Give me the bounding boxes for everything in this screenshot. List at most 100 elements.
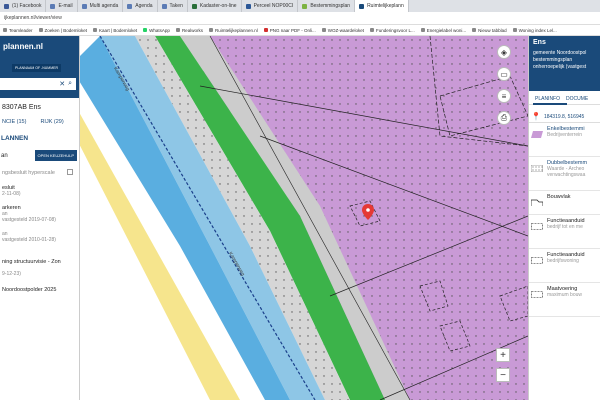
- print-button[interactable]: ⎙: [497, 111, 511, 125]
- map-icon: [302, 3, 308, 9]
- bookmark-icon: [512, 28, 517, 32]
- browser-tab-label: Ruimtelijkeplann: [367, 3, 404, 9]
- legend-item[interactable]: Dubbelbestemm Waarde - Archeo verwachtin…: [529, 157, 600, 191]
- bookmark-item[interactable]: WhatsApp: [143, 28, 170, 33]
- legend-desc: bedrijf tot en me: [547, 224, 583, 230]
- bookmark-icon: [3, 28, 7, 32]
- site-title: plannen.nl: [3, 42, 43, 51]
- bookmark-label: Teamleader: [9, 27, 33, 33]
- left-panel-header: plannen.nl PLANNAAM OF -NUMMER ✕ ⌕: [0, 36, 79, 98]
- coordinates-value: 184319.8, 516945: [543, 113, 585, 120]
- left-panel: plannen.nl PLANNAAM OF -NUMMER ✕ ⌕ 8307A…: [0, 36, 80, 400]
- plan-header: Ens gemeente Noordoostpol bestemmingspla…: [529, 36, 600, 91]
- list-item[interactable]: ngsbesluit hyperscale: [0, 167, 79, 179]
- legend-item[interactable]: Maatvoering maximum bouw: [529, 283, 600, 317]
- bookmark-item[interactable]: WOZ-waardeloket: [321, 28, 364, 33]
- legend-item[interactable]: Enkelbestemmi Bedrijventerrein: [529, 123, 600, 157]
- legend-title: Bouwvlak: [547, 194, 571, 200]
- bookmark-icon: [92, 28, 97, 32]
- legend-text: Functieaanduid bedrijf tot en me: [547, 218, 585, 230]
- bookmark-label: Kaart | Bodemloket: [98, 27, 138, 33]
- legend-text: Bouwvlak: [547, 194, 571, 200]
- bookmark-label: WhatsApp: [149, 27, 170, 33]
- plan-list: ngsbesluit hyperscale esluit 2-11-08) ar…: [0, 167, 79, 293]
- legend-item[interactable]: Bouwvlak: [529, 191, 600, 215]
- tab-documenten[interactable]: DOCUME: [566, 96, 588, 104]
- browser-tab-label: Multi agenda: [89, 3, 119, 9]
- zoom-in-button[interactable]: +: [496, 348, 510, 362]
- open-keuzehulp-button[interactable]: OPEN KEUZEHULP: [34, 150, 77, 161]
- legend-desc: Bedrijventerrein: [547, 132, 583, 138]
- plan-checkbox[interactable]: [67, 169, 73, 175]
- legend-item[interactable]: Functieaanduid bedrijfswoning: [529, 249, 600, 283]
- bookmark-item[interactable]: Funderingsvoor L...: [370, 28, 415, 33]
- browser-tab-label: Agenda: [135, 3, 153, 9]
- browser-tab-active[interactable]: Ruimtelijkeplann: [355, 0, 409, 12]
- tab-provincie[interactable]: NCIE (15): [2, 119, 26, 125]
- mail-icon: [50, 3, 56, 9]
- bookmark-label: PNG naar PDF - Onli...: [269, 27, 316, 33]
- print-icon: ⎙: [500, 113, 508, 122]
- browser-tab-label: Perceel NOP00CI: [253, 3, 294, 9]
- open-keuzehulp-row: an OPEN KEUZEHULP: [0, 150, 79, 161]
- list-item[interactable]: an vastgesteld 2010-01-28): [0, 231, 79, 243]
- plan-municipality: gemeente Noordoostpol: [533, 50, 587, 56]
- browser-tab-bar: (1) Facebook E-mail Multi agenda Agenda …: [0, 0, 600, 12]
- row-label: an: [1, 152, 8, 159]
- search-input[interactable]: ✕ ⌕: [0, 78, 76, 90]
- browser-tab-label: Kadaster-on-line: [199, 3, 237, 9]
- tab-rijk[interactable]: RIJK (29): [40, 119, 63, 125]
- browser-tab[interactable]: Bestemmingsplan: [298, 0, 356, 12]
- plan-title: ning structuurvisie - Zon: [2, 259, 61, 265]
- bookmark-item[interactable]: Woning index Lel...: [512, 28, 557, 33]
- location-pin-dot: [366, 208, 370, 212]
- browser-tab[interactable]: Multi agenda: [78, 0, 124, 12]
- browser-tab[interactable]: Agenda: [123, 0, 158, 12]
- bookmark-label: Ruimtelijkeplannen.nl: [214, 27, 258, 33]
- map-button[interactable]: ▭: [497, 67, 511, 81]
- legend-text: Dubbelbestemm Waarde - Archeo verwachtin…: [547, 160, 587, 178]
- layers-button[interactable]: ◈: [497, 45, 511, 59]
- bookmark-icon: [420, 28, 425, 32]
- map-icon: [359, 3, 365, 9]
- plan-status: onherroepelijk (vastgest: [533, 64, 587, 70]
- list-item[interactable]: ning structuurvisie - Zon 9-12-23): [0, 259, 79, 277]
- bookmark-item[interactable]: PNG naar PDF - Onli...: [263, 27, 316, 33]
- legend-item[interactable]: Functieaanduid bedrijf tot en me: [529, 215, 600, 249]
- browser-tab-label: E-mail: [58, 3, 73, 9]
- browser-tab[interactable]: Kadaster-on-line: [188, 0, 242, 12]
- map-canvas[interactable]: Kamperweg Kamperweg ◈ ▭ ≡ ⎙ + −: [80, 36, 528, 400]
- bookmark-item[interactable]: Realworks: [175, 28, 203, 33]
- clear-icon[interactable]: ✕: [59, 80, 65, 88]
- url-text: ijkeplannen.nl/viewer/view: [4, 15, 62, 21]
- bookmark-item[interactable]: Ruimtelijkeplannen.nl: [208, 27, 258, 33]
- document-icon: [245, 3, 251, 9]
- list-item[interactable]: Noordoostpolder 2025: [0, 287, 79, 293]
- bookmark-item[interactable]: Nieuw tabblad: [472, 28, 507, 33]
- legend-text: Functieaanduid bedrijfswoning: [547, 252, 585, 264]
- browser-tab[interactable]: Taken: [158, 0, 188, 12]
- browser-tab[interactable]: (1) Facebook: [0, 0, 47, 12]
- list-button[interactable]: ≡: [497, 89, 511, 103]
- bookmark-item[interactable]: Kaart | Bodemloket: [92, 27, 138, 33]
- zoom-out-button[interactable]: −: [496, 368, 510, 382]
- search-icon[interactable]: ⌕: [68, 80, 72, 88]
- bookmark-item[interactable]: Energielabel woni...: [420, 28, 466, 33]
- browser-tab[interactable]: E-mail: [46, 0, 78, 12]
- mail-icon: [161, 3, 167, 9]
- legend-text: Maatvoering maximum bouw: [547, 286, 582, 298]
- bookmark-item[interactable]: Teamleader: [3, 28, 33, 33]
- address-bar[interactable]: ijkeplannen.nl/viewer/view: [0, 12, 600, 25]
- bookmark-icon: [38, 28, 43, 32]
- list-item[interactable]: esluit 2-11-08): [0, 185, 79, 197]
- search-mode-toggle[interactable]: PLANNAAM OF -NUMMER: [12, 64, 61, 72]
- bookmark-icon: [321, 28, 326, 32]
- list-item[interactable]: arkeren an vastgesteld 2019-07-08): [0, 205, 79, 223]
- plan-date: 2-11-08): [2, 191, 21, 197]
- browser-tab[interactable]: Perceel NOP00CI: [242, 0, 299, 12]
- browser-tab-label: (1) Facebook: [12, 3, 42, 9]
- plan-date: vastgesteld 2019-07-08): [2, 217, 56, 223]
- bookmark-item[interactable]: Zoeken | Bodemloket: [38, 28, 87, 33]
- whatsapp-icon: [143, 28, 148, 32]
- bookmark-label: Nieuw tabblad: [478, 27, 507, 33]
